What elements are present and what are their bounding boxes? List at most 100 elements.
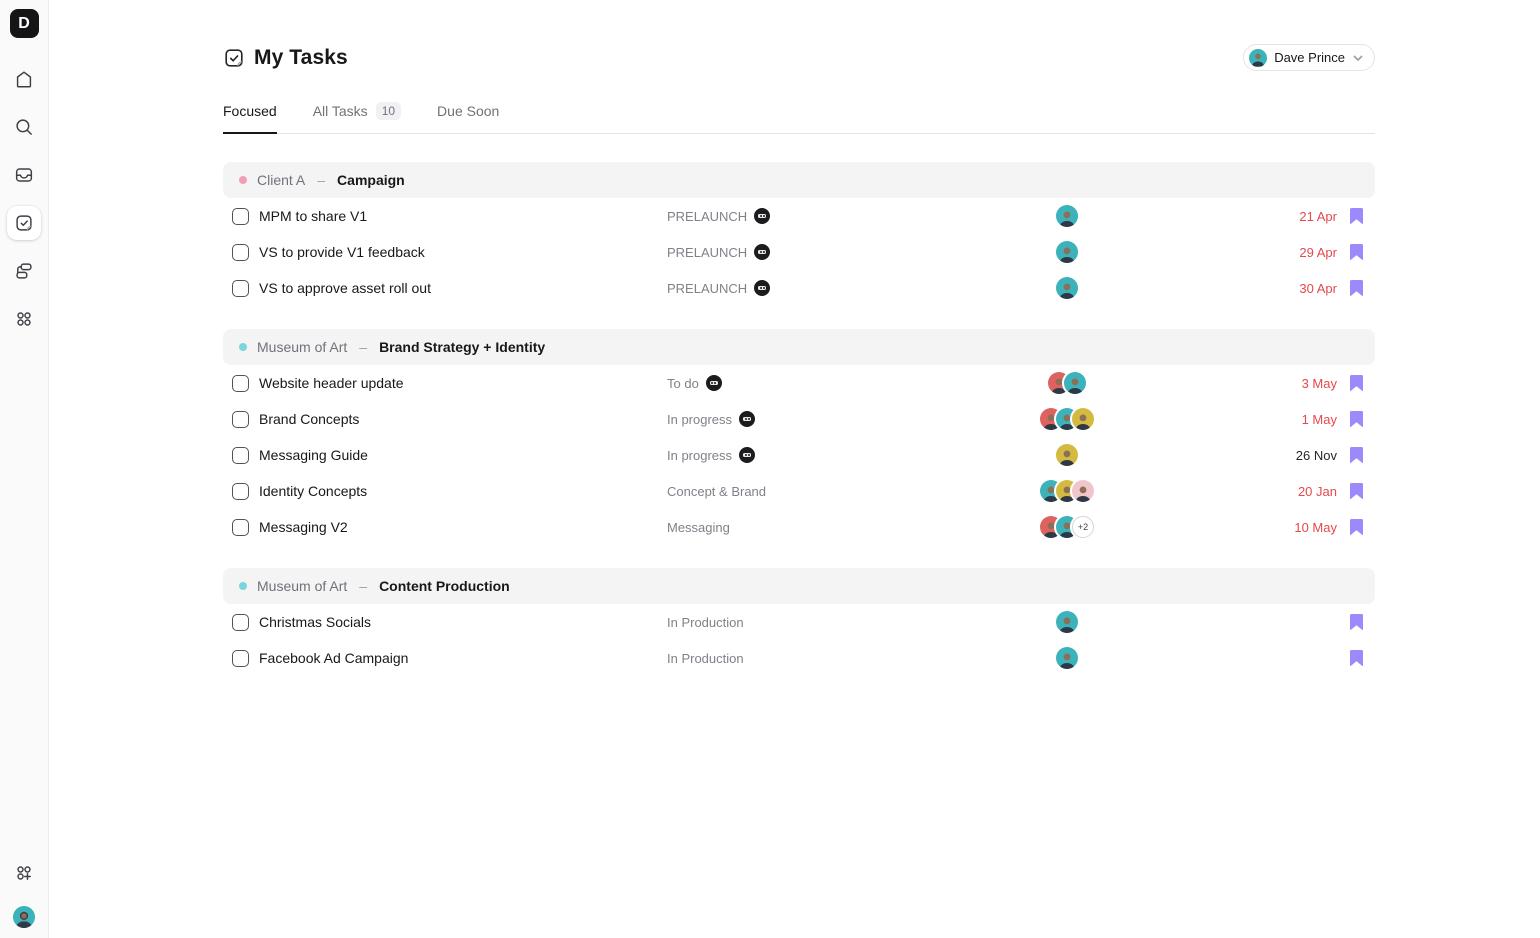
assignee-avatars[interactable] [1056, 611, 1078, 633]
task-sections: Client A – Campaign MPM to share V1 PREL… [223, 162, 1375, 676]
sidebar-user-avatar[interactable] [13, 906, 35, 928]
task-checkbox[interactable] [232, 243, 249, 261]
bookmark-icon[interactable] [1349, 483, 1363, 499]
task-checkbox[interactable] [232, 410, 249, 428]
tab-label: All Tasks [312, 103, 368, 119]
task-title[interactable]: MPM to share V1 [259, 208, 667, 224]
task-title[interactable]: Website header update [259, 375, 667, 391]
bookmark-icon[interactable] [1349, 650, 1363, 666]
bookmark-icon[interactable] [1349, 614, 1363, 630]
sidebar-item-home[interactable] [7, 62, 41, 96]
section-header[interactable]: Client A – Campaign [223, 162, 1375, 198]
user-switcher-button[interactable]: Dave Prince [1243, 44, 1375, 71]
section-header[interactable]: Museum of Art – Brand Strategy + Identit… [223, 329, 1375, 365]
assignees-cell [917, 277, 1217, 299]
task-title[interactable]: Messaging V2 [259, 519, 667, 535]
sidebar-item-projects[interactable] [7, 254, 41, 288]
person-silhouette [1059, 283, 1075, 299]
status-label: PRELAUNCH [667, 280, 748, 296]
assignee-avatars[interactable] [1056, 241, 1078, 263]
table-row[interactable]: Facebook Ad Campaign In Production [223, 640, 1375, 676]
task-title[interactable]: Identity Concepts [259, 483, 667, 499]
table-row[interactable]: Messaging V2 Messaging +2 10 May [223, 509, 1375, 545]
person-silhouette [1059, 211, 1075, 227]
assignee-avatars[interactable] [1056, 277, 1078, 299]
tab[interactable]: All Tasks 10 [312, 102, 402, 133]
avatar [1056, 647, 1078, 669]
table-row[interactable]: Brand Concepts In progress 1 May [223, 401, 1375, 437]
task-checkbox[interactable] [232, 279, 249, 297]
bookmark-icon[interactable] [1349, 411, 1363, 427]
bookmark-icon[interactable] [1349, 447, 1363, 463]
table-row[interactable]: Website header update To do 3 May [223, 365, 1375, 401]
app-logo[interactable]: D [9, 9, 39, 38]
assignee-avatars[interactable]: +2 [1040, 516, 1094, 538]
project-logo-icon [754, 208, 771, 224]
home-icon [16, 71, 32, 88]
table-row[interactable]: Christmas Socials In Production [223, 604, 1375, 640]
assignees-cell [917, 647, 1217, 669]
sidebar-bottom [7, 856, 41, 928]
sidebar-item-inbox[interactable] [7, 158, 41, 192]
project-name: Brand Strategy + Identity [379, 339, 546, 355]
table-row[interactable]: Messaging Guide In progress 26 Nov [223, 437, 1375, 473]
task-title[interactable]: VS to approve asset roll out [259, 280, 667, 296]
user-name: Dave Prince [1274, 50, 1345, 65]
task-section: Museum of Art – Content Production Chris… [223, 568, 1375, 676]
task-checkbox[interactable] [232, 446, 249, 464]
sidebar-nav [7, 62, 41, 336]
sidebar-item-add-apps[interactable] [7, 856, 41, 890]
sidebar-item-search[interactable] [7, 110, 41, 144]
section-header[interactable]: Museum of Art – Content Production [223, 568, 1375, 604]
assignee-avatars[interactable] [1056, 444, 1078, 466]
bookmark-icon[interactable] [1349, 519, 1363, 535]
task-title[interactable]: Facebook Ad Campaign [259, 650, 667, 666]
task-title[interactable]: Christmas Socials [259, 614, 667, 630]
status-label: To do [667, 375, 699, 391]
table-row[interactable]: MPM to share V1 PRELAUNCH 21 Apr [223, 198, 1375, 234]
person-silhouette [1059, 450, 1075, 466]
task-status: In Production [667, 651, 917, 666]
tab[interactable]: Focused [223, 102, 277, 134]
task-title[interactable]: Brand Concepts [259, 411, 667, 427]
sidebar: D [0, 0, 49, 938]
bookmark-icon[interactable] [1349, 208, 1363, 224]
task-status: PRELAUNCH [667, 280, 917, 296]
bookmark-cell [1337, 280, 1375, 296]
task-status: In Production [667, 615, 917, 630]
due-date: 10 May [1294, 519, 1337, 535]
task-title[interactable]: VS to provide V1 feedback [259, 244, 667, 260]
assignee-avatars[interactable] [1048, 372, 1086, 394]
bookmark-icon[interactable] [1349, 244, 1363, 260]
task-checkbox[interactable] [232, 207, 249, 225]
table-row[interactable]: VS to provide V1 feedback PRELAUNCH 29 A… [223, 234, 1375, 270]
tab[interactable]: Due Soon [437, 102, 499, 133]
table-row[interactable]: VS to approve asset roll out PRELAUNCH 3… [223, 270, 1375, 306]
task-checkbox[interactable] [232, 374, 249, 392]
bookmark-icon[interactable] [1349, 280, 1363, 296]
bookmark-icon[interactable] [1349, 375, 1363, 391]
task-section: Museum of Art – Brand Strategy + Identit… [223, 329, 1375, 545]
title-wrap: My Tasks [223, 46, 348, 70]
assignee-avatars[interactable] [1056, 205, 1078, 227]
assignee-avatars[interactable] [1056, 647, 1078, 669]
task-checkbox[interactable] [232, 613, 249, 631]
sidebar-item-tasks[interactable] [7, 206, 41, 240]
sidebar-item-apps[interactable] [7, 302, 41, 336]
chevron-down-icon [1353, 55, 1363, 61]
assignees-cell [917, 611, 1217, 633]
task-checkbox[interactable] [232, 649, 249, 667]
assignees-cell: +2 [917, 516, 1217, 538]
assignee-avatars[interactable] [1040, 408, 1094, 430]
task-title[interactable]: Messaging Guide [259, 447, 667, 463]
project-name: Content Production [379, 578, 510, 594]
add-apps-icon [17, 866, 31, 880]
status-label: In Production [667, 650, 744, 666]
assignees-cell [917, 372, 1217, 394]
projects-icon [16, 263, 32, 279]
assignee-avatars[interactable] [1040, 480, 1094, 502]
table-row[interactable]: Identity Concepts Concept & Brand 20 Jan [223, 473, 1375, 509]
task-checkbox[interactable] [232, 518, 249, 536]
task-checkbox[interactable] [232, 482, 249, 500]
tab-label: Due Soon [437, 103, 500, 119]
